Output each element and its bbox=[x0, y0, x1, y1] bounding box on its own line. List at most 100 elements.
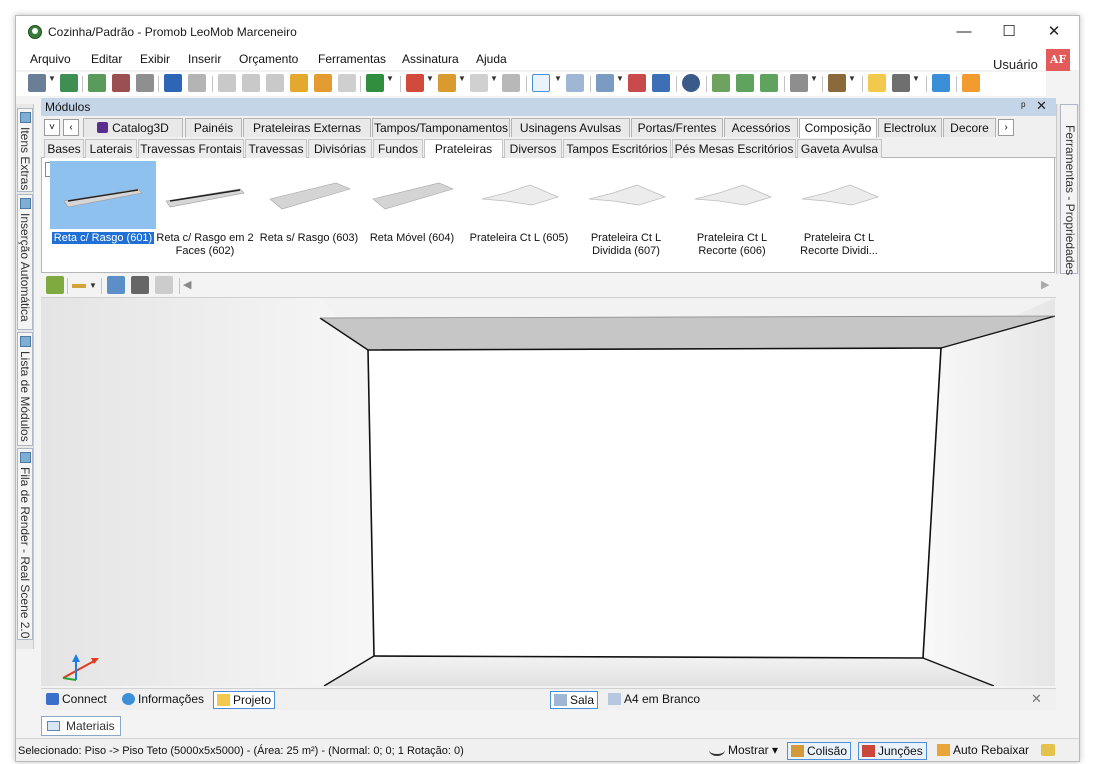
modules-icon[interactable] bbox=[438, 74, 456, 92]
user-avatar[interactable]: AF bbox=[1046, 49, 1070, 71]
tab-prateleiras-externas[interactable]: Prateleiras Externas bbox=[243, 118, 371, 137]
scroll-right-icon[interactable]: ▶ bbox=[1041, 278, 1049, 291]
subtab-pes-mesas-escritorios[interactable]: Pés Mesas Escritórios bbox=[672, 139, 796, 158]
render-icon[interactable] bbox=[112, 74, 130, 92]
print-icon[interactable] bbox=[136, 74, 154, 92]
wrench-icon[interactable] bbox=[1041, 744, 1055, 756]
tab-ferramentas-propriedades[interactable]: Ferramentas - Propriedades bbox=[1060, 104, 1078, 275]
tab-portas-frentes[interactable]: Portas/Frentes bbox=[631, 118, 723, 137]
scroll-left-icon[interactable]: ◀ bbox=[183, 278, 191, 291]
view-3d-icon[interactable] bbox=[652, 74, 670, 92]
mostrar-button[interactable]: Mostrar ▾ bbox=[706, 742, 781, 760]
export-icon[interactable] bbox=[60, 74, 78, 92]
copy-icon[interactable] bbox=[242, 74, 260, 92]
colisao-toggle[interactable]: Colisão bbox=[787, 742, 852, 760]
menu-editar[interactable]: Editar bbox=[91, 52, 122, 66]
subtab-travessas-frontais[interactable]: Travessas Frontais bbox=[138, 139, 244, 158]
layers-icon[interactable] bbox=[596, 74, 614, 92]
frame-icon[interactable] bbox=[790, 74, 808, 92]
subtab-laterais[interactable]: Laterais bbox=[85, 139, 137, 158]
pin-icon[interactable]: ᵖ bbox=[1021, 99, 1026, 113]
tab-informacoes[interactable]: Informações bbox=[119, 691, 207, 709]
line-style-icon[interactable] bbox=[72, 284, 86, 288]
material-icon[interactable] bbox=[406, 74, 424, 92]
tab-sala[interactable]: Sala bbox=[550, 691, 599, 709]
subtab-divisorias[interactable]: Divisórias bbox=[308, 139, 372, 158]
tab-paineis[interactable]: Painéis bbox=[185, 118, 242, 137]
subtab-fundos[interactable]: Fundos bbox=[373, 139, 423, 158]
tab-usinagens-avulsas[interactable]: Usinagens Avulsas bbox=[511, 118, 630, 137]
subtab-tampos-escritorios[interactable]: Tampos Escritórios bbox=[563, 139, 671, 158]
category-next-button[interactable]: › bbox=[998, 119, 1014, 136]
minimize-button[interactable]: — bbox=[941, 16, 987, 48]
module-item[interactable]: Reta c/ Rasgo em 2 Faces (602) bbox=[152, 161, 258, 261]
close-modules-icon[interactable]: ✕ bbox=[1036, 98, 1047, 114]
tab-connect[interactable]: Connect bbox=[43, 691, 110, 709]
budget-icon[interactable] bbox=[366, 74, 384, 92]
module-item[interactable]: Reta s/ Rasgo (603) bbox=[256, 161, 362, 261]
menu-ferramentas[interactable]: Ferramentas bbox=[318, 52, 386, 66]
category-prev-button[interactable]: ‹ bbox=[63, 119, 79, 136]
juncoes-toggle[interactable]: Junções bbox=[858, 742, 927, 760]
eye-icon[interactable] bbox=[682, 74, 700, 92]
menu-ajuda[interactable]: Ajuda bbox=[476, 52, 507, 66]
close-view-icon[interactable]: ✕ bbox=[1031, 691, 1042, 707]
arrow-left-icon[interactable] bbox=[736, 74, 754, 92]
paint-icon[interactable] bbox=[314, 74, 332, 92]
select-cursor-icon[interactable] bbox=[532, 74, 550, 92]
hammer-icon[interactable] bbox=[290, 74, 308, 92]
arrange-icon[interactable] bbox=[46, 276, 64, 294]
subtab-travessas[interactable]: Travessas bbox=[245, 139, 307, 158]
tab-itens-extras[interactable]: Itens Extras bbox=[17, 108, 33, 192]
tab-acessorios[interactable]: Acessórios bbox=[724, 118, 798, 137]
move-icon[interactable] bbox=[712, 74, 730, 92]
tab-composicao[interactable]: Composição bbox=[799, 118, 877, 138]
tab-fila-de-render[interactable]: Fila de Render - Real Scene 2.0 bbox=[17, 448, 33, 640]
module-item[interactable]: Prateleira Ct L Recorte (606) bbox=[679, 161, 785, 261]
measure-icon[interactable] bbox=[566, 74, 584, 92]
tab-lista-de-modulos[interactable]: Lista de Módulos bbox=[17, 332, 33, 446]
tab-tampos-tamponamentos[interactable]: Tampos/Tamponamentos bbox=[372, 118, 510, 137]
shape-icon[interactable] bbox=[470, 74, 488, 92]
menu-orcamento[interactable]: Orçamento bbox=[239, 52, 298, 66]
close-window-button[interactable]: ✕ bbox=[1031, 16, 1077, 48]
subtab-bases[interactable]: Bases bbox=[44, 139, 84, 158]
redo-icon[interactable] bbox=[188, 74, 206, 92]
3d-viewport[interactable] bbox=[41, 298, 1055, 686]
cut-icon[interactable] bbox=[218, 74, 236, 92]
module-item[interactable]: Prateleira Ct L (605) bbox=[466, 161, 572, 261]
menu-inserir[interactable]: Inserir bbox=[188, 52, 221, 66]
tab-materiais[interactable]: Materiais bbox=[41, 716, 121, 736]
module-item[interactable]: Reta Móvel (604) bbox=[359, 161, 465, 261]
chat-icon[interactable] bbox=[932, 74, 950, 92]
find-icon[interactable] bbox=[131, 276, 149, 294]
save-dropdown-icon[interactable]: ▼ bbox=[48, 74, 56, 83]
subtab-prateleiras[interactable]: Prateleiras bbox=[424, 139, 503, 158]
tab-catalog3d[interactable]: Catalog3D bbox=[83, 118, 183, 137]
category-menu-button[interactable]: ˅ bbox=[44, 119, 60, 136]
module-item[interactable]: Prateleira Ct L Dividida (607) bbox=[573, 161, 679, 261]
print-preview-icon[interactable] bbox=[88, 74, 106, 92]
paste-icon[interactable] bbox=[266, 74, 284, 92]
tab-a4-em-branco[interactable]: A4 em Branco bbox=[605, 691, 703, 709]
door-icon[interactable] bbox=[502, 74, 520, 92]
user-label[interactable]: Usuário bbox=[993, 57, 1038, 72]
auto-rebaixar-button[interactable]: Auto Rebaixar bbox=[934, 742, 1032, 760]
menu-arquivo[interactable]: Arquivo bbox=[30, 52, 71, 66]
menu-exibir[interactable]: Exibir bbox=[140, 52, 170, 66]
light-icon[interactable] bbox=[868, 74, 886, 92]
user-icon[interactable] bbox=[962, 74, 980, 92]
undo-icon[interactable] bbox=[164, 74, 182, 92]
tab-electrolux[interactable]: Electrolux bbox=[878, 118, 942, 137]
save-icon[interactable] bbox=[28, 74, 46, 92]
tab-decore[interactable]: Decore bbox=[943, 118, 996, 137]
dimension-icon[interactable] bbox=[628, 74, 646, 92]
box-icon[interactable] bbox=[828, 74, 846, 92]
budget-dropdown-icon[interactable]: ▼ bbox=[386, 74, 394, 83]
subtab-gaveta-avulsa[interactable]: Gaveta Avulsa bbox=[797, 139, 882, 158]
import-icon[interactable] bbox=[107, 276, 125, 294]
library-icon[interactable] bbox=[155, 276, 173, 294]
camera-icon[interactable] bbox=[892, 74, 910, 92]
maximize-button[interactable]: ☐ bbox=[986, 16, 1032, 48]
subtab-diversos[interactable]: Diversos bbox=[504, 139, 562, 158]
